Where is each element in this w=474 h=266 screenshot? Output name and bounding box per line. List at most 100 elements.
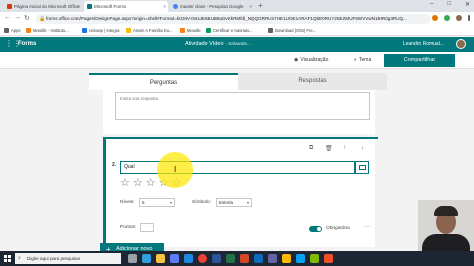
bookmark-label: Apps <box>11 28 21 33</box>
bookmark-apps[interactable]: Apps <box>4 28 21 33</box>
extension-icon[interactable] <box>444 15 450 21</box>
excel-icon[interactable] <box>226 254 235 263</box>
eye-icon: ◉ <box>294 57 299 63</box>
window-controls: – □ ✕ <box>430 1 470 8</box>
rating-question-card[interactable]: ⧉ 🗑 ↑ ↓ 2. Qual ☆ ☆ ☆ ☆ ☆ Níveis: 5 ▾ Sí… <box>103 137 378 247</box>
app-icon[interactable] <box>324 254 333 263</box>
teams-icon[interactable] <box>268 254 277 263</box>
search-placeholder: Digite aqui para pesquisar <box>27 256 81 261</box>
bookmark-moodle-instituto[interactable]: Moodle - Instituto... <box>26 28 69 33</box>
close-tab-icon[interactable]: × <box>163 4 166 9</box>
moodle-icon <box>180 28 185 33</box>
user-name[interactable]: Leandro Romual... <box>403 41 444 47</box>
bookmark-download[interactable]: Download (Obs) Fre... <box>268 28 316 33</box>
card-accent-bar <box>103 137 378 139</box>
saving-status: - Salvando... <box>225 41 251 46</box>
taskbar-apps <box>128 254 333 263</box>
close-window-icon[interactable]: ✕ <box>465 1 470 8</box>
bookmark-icon <box>126 28 131 33</box>
text-cursor-icon: I <box>174 165 177 174</box>
bookmark-icon <box>268 28 273 33</box>
chevron-down-icon: ▾ <box>246 200 249 205</box>
taskbar-search-input[interactable]: ⌕ Digite aqui para pesquisar <box>15 253 121 264</box>
symbol-value: Estrela <box>219 200 234 205</box>
minimize-icon[interactable]: – <box>430 1 433 8</box>
question-number: 2. <box>112 162 117 168</box>
bookmark-label: Certificar e tutoriais... <box>213 28 253 33</box>
windows-start-icon[interactable] <box>4 255 11 262</box>
insert-media-button[interactable] <box>355 161 369 174</box>
bookmark-icon <box>206 28 211 33</box>
menu-icon[interactable] <box>468 15 470 21</box>
task-view-icon[interactable] <box>128 254 137 263</box>
url-input[interactable]: 🔒 forms.office.com/Pages/DesignPage.aspx… <box>36 14 431 24</box>
share-button[interactable]: Compartilhar <box>384 54 455 67</box>
required-toggle[interactable] <box>309 226 322 232</box>
store-icon[interactable] <box>170 254 179 263</box>
profile-icon[interactable] <box>456 15 462 21</box>
lock-icon: 🔒 <box>39 16 46 22</box>
mail-icon[interactable] <box>184 254 193 263</box>
powerpoint-icon[interactable] <box>240 254 249 263</box>
word-icon[interactable] <box>212 254 221 263</box>
star-icon: ☆ <box>145 177 156 189</box>
forms-brand[interactable]: Forms <box>18 41 36 47</box>
tab-label: Microsoft Forms <box>94 4 127 9</box>
star-icon: ☆ <box>120 177 130 189</box>
file-explorer-icon[interactable] <box>156 254 165 263</box>
delete-question-icon[interactable]: 🗑 <box>325 145 333 152</box>
tab-responses[interactable]: Respostas <box>238 73 387 90</box>
theme-label: Tema <box>359 57 372 63</box>
question-title-input[interactable]: Qual <box>120 161 355 174</box>
points-input[interactable] <box>140 223 154 232</box>
palette-icon: ◐ <box>354 57 358 63</box>
answer-placeholder-box: Insira sua resposta <box>115 92 370 120</box>
chrome-icon[interactable] <box>198 254 207 263</box>
browser-tab-office[interactable]: Página Inicial do Microsoft Office × <box>4 1 82 12</box>
reload-icon[interactable]: ↻ <box>24 14 30 22</box>
symbol-label: Símbolo: <box>192 200 211 205</box>
outlook-icon[interactable] <box>254 254 263 263</box>
forms-favicon-icon <box>87 4 92 9</box>
forms-toolbar: ◉ Visualização ◐ Tema Compartilhar <box>0 52 474 69</box>
bookmark-label: Download (Obs) Fre... <box>275 28 317 33</box>
close-tab-icon[interactable]: × <box>77 4 80 9</box>
app-icon[interactable] <box>310 254 319 263</box>
tab-questions[interactable]: Perguntas <box>89 73 238 90</box>
bookmark-familia[interactable]: Assim A Família Eu... <box>126 28 173 33</box>
maximize-icon[interactable]: □ <box>447 1 451 8</box>
avatar[interactable] <box>456 39 466 49</box>
levels-select[interactable]: 5 ▾ <box>139 198 175 207</box>
app-icon[interactable] <box>296 254 305 263</box>
bookmark-certificar[interactable]: Certificar e tutoriais... <box>206 28 253 33</box>
close-tab-icon[interactable]: × <box>249 4 252 9</box>
browser-tab-forms[interactable]: Microsoft Forms × <box>84 1 168 12</box>
edge-icon[interactable] <box>142 254 151 263</box>
bookmark-label: Uniwap | Integra <box>89 28 120 33</box>
bookmark-uniwap[interactable]: Uniwap | Integra <box>82 28 119 33</box>
extension-icon[interactable] <box>432 15 438 21</box>
browser-tab-google[interactable]: master class - Pesquisa Google × <box>170 1 254 12</box>
preview-button[interactable]: ◉ Visualização <box>294 57 328 63</box>
tab-label: Página Inicial do Microsoft Office <box>14 4 80 9</box>
forward-icon[interactable]: → <box>14 14 21 21</box>
image-icon <box>358 165 366 170</box>
theme-button[interactable]: ◐ Tema <box>354 57 371 63</box>
copy-question-icon[interactable]: ⧉ <box>309 145 313 152</box>
move-up-icon[interactable]: ↑ <box>343 145 346 151</box>
office-favicon-icon <box>7 4 12 9</box>
bookmark-label: Moodle - Instituto... <box>33 28 69 33</box>
move-down-icon[interactable]: ↓ <box>361 145 364 151</box>
back-icon[interactable]: ← <box>4 14 11 21</box>
google-favicon-icon <box>173 4 178 9</box>
more-options-icon[interactable]: ··· <box>364 224 370 230</box>
new-tab-button[interactable]: + <box>258 1 263 11</box>
star-icon: ☆ <box>132 177 143 189</box>
levels-label: Níveis: <box>120 200 135 205</box>
symbol-select[interactable]: Estrela ▾ <box>216 198 252 207</box>
app-icon[interactable] <box>282 254 291 263</box>
presenter-hair <box>434 206 458 216</box>
bookmark-label: Assim A Família Eu... <box>133 28 173 33</box>
uniwap-icon <box>82 28 87 33</box>
bookmark-moodle[interactable]: Moodle <box>180 28 201 33</box>
